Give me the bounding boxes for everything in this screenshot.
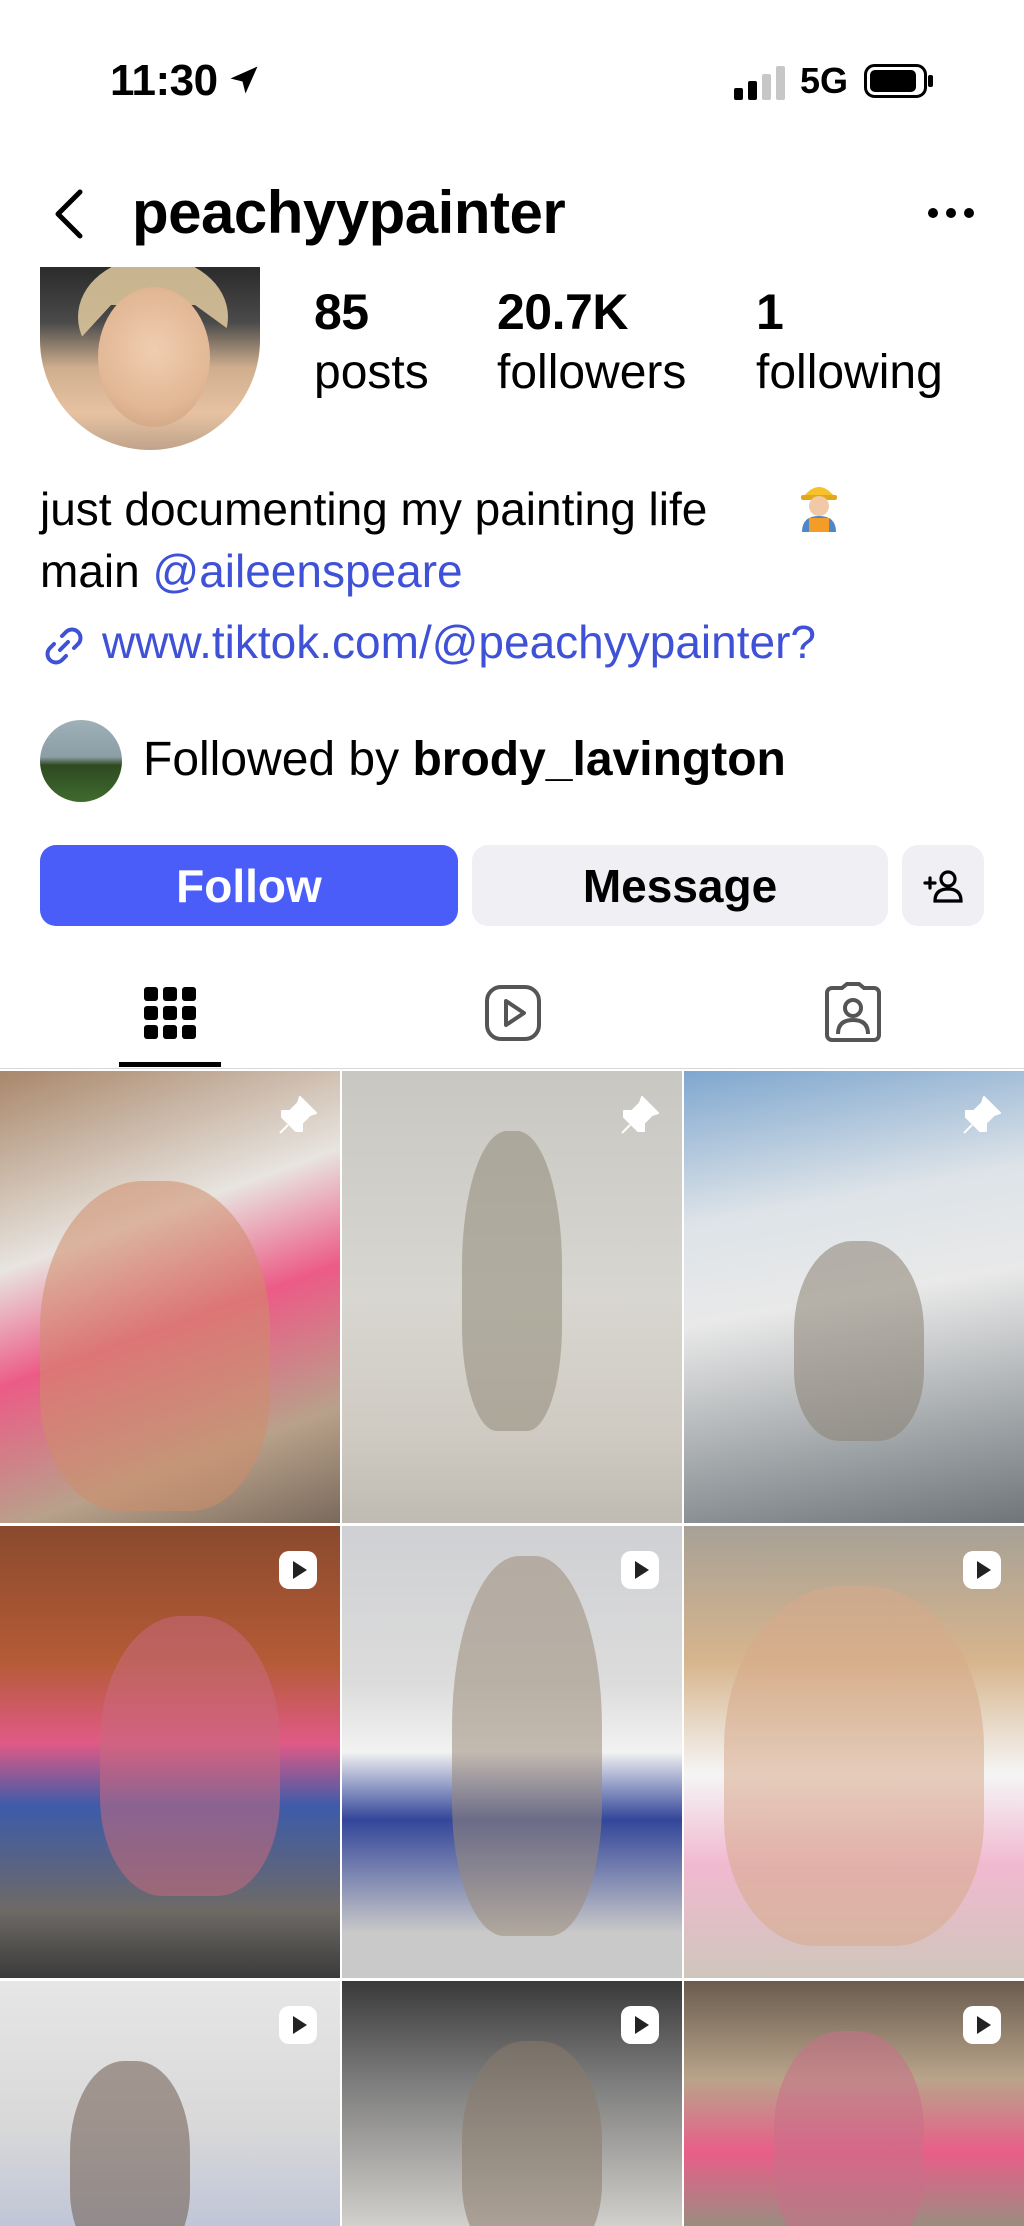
reel-play-icon <box>621 1551 659 1589</box>
location-arrow-icon <box>230 66 258 94</box>
bio-line-2: main @aileenspeare <box>40 544 463 598</box>
battery-icon <box>864 64 933 98</box>
profile-avatar[interactable] <box>40 267 260 450</box>
following-label[interactable]: following <box>756 345 943 400</box>
reel-play-icon <box>963 1551 1001 1589</box>
reel-play-icon <box>279 1551 317 1589</box>
signal-bars-icon <box>734 66 785 100</box>
grid-post-2[interactable] <box>342 1071 682 1523</box>
bio-external-link[interactable]: www.tiktok.com/@peachyypainter? <box>102 615 816 669</box>
message-button[interactable]: Message <box>472 845 888 926</box>
bio-mention-link[interactable]: @aileenspeare <box>153 545 463 597</box>
suggested-users-button[interactable] <box>902 845 984 926</box>
reel-play-icon <box>621 2006 659 2044</box>
posts-label: posts <box>314 346 429 399</box>
reel-play-icon <box>963 2006 1001 2044</box>
grid-post-8[interactable] <box>342 1981 682 2226</box>
followers-label[interactable]: followers <box>497 345 686 400</box>
bio-line-2-prefix: main <box>40 545 140 597</box>
add-person-icon <box>923 869 963 903</box>
reels-tab-icon[interactable] <box>484 984 542 1042</box>
following-count[interactable]: 1 <box>756 283 784 341</box>
grid-post-1[interactable] <box>0 1071 340 1523</box>
grid-post-3[interactable] <box>684 1071 1024 1523</box>
back-chevron-icon[interactable] <box>50 188 90 240</box>
profile-username: peachyypainter <box>132 179 566 246</box>
mutual-follower-avatar[interactable] <box>40 720 122 802</box>
status-time: 11:30 <box>110 56 218 105</box>
active-tab-indicator <box>119 1062 221 1067</box>
reel-play-icon <box>279 2006 317 2044</box>
followed-by-user[interactable]: brody_lavington <box>412 733 785 786</box>
grid-post-9[interactable] <box>684 1981 1024 2226</box>
pin-icon <box>621 1096 659 1134</box>
followers-count[interactable]: 20.7K <box>497 283 628 341</box>
followed-by-prefix: Followed by <box>143 733 400 786</box>
grid-post-5[interactable] <box>342 1526 682 1978</box>
network-type: 5G <box>800 60 849 101</box>
posts-count: 85 <box>314 284 369 340</box>
pin-icon <box>279 1096 317 1134</box>
grid-tab-icon[interactable] <box>144 985 196 1041</box>
more-options-icon[interactable] <box>925 200 977 226</box>
follow-button[interactable]: Follow <box>40 845 458 926</box>
followed-by-text[interactable]: Followed by brody_lavington <box>143 732 786 787</box>
tagged-tab-icon[interactable] <box>824 982 882 1042</box>
grid-post-6[interactable] <box>684 1526 1024 1978</box>
bio-line-1: just documenting my painting life <box>40 483 708 535</box>
grid-post-4[interactable] <box>0 1526 340 1978</box>
grid-post-7[interactable] <box>0 1981 340 2226</box>
construction-worker-emoji-icon <box>801 487 837 532</box>
tabs-divider <box>0 1068 1024 1069</box>
link-icon <box>45 627 83 665</box>
pin-icon <box>963 1096 1001 1134</box>
